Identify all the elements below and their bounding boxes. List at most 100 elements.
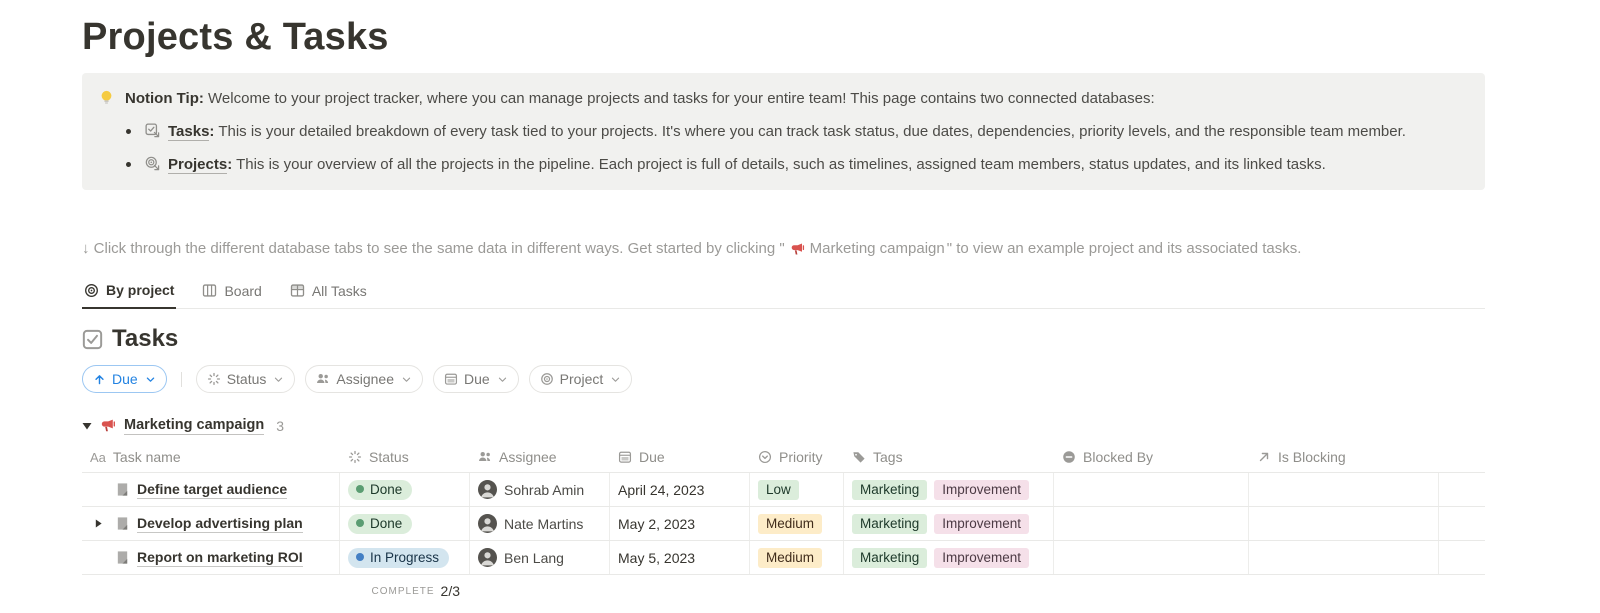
arrow-ne-icon: [1257, 450, 1271, 464]
tasks-db-link[interactable]: Tasks: [168, 123, 209, 141]
assignee-cell[interactable]: Sohrab Amin: [478, 480, 584, 499]
column-task-name[interactable]: AaTask name: [82, 449, 340, 465]
blocked-by-cell[interactable]: [1054, 473, 1249, 506]
table-icon: [290, 283, 305, 298]
hint-pre: ↓ Click through the different database t…: [82, 238, 785, 260]
column-priority[interactable]: Priority: [750, 449, 844, 465]
blocked-by-cell[interactable]: [1054, 507, 1249, 540]
projects-db-link[interactable]: Projects: [168, 156, 227, 174]
assignee-cell[interactable]: Ben Lang: [478, 548, 564, 567]
hint-campaign: Marketing campaign: [810, 238, 945, 260]
priority-circle-icon: [758, 450, 772, 464]
filter-chip-project[interactable]: Project: [529, 365, 633, 393]
is-blocking-cell[interactable]: [1249, 473, 1439, 506]
tag-badge[interactable]: Improvement: [934, 480, 1029, 500]
page-title: Projects & Tasks: [82, 16, 1485, 59]
due-date[interactable]: May 5, 2023: [618, 550, 695, 566]
tag-badge[interactable]: Marketing: [852, 514, 927, 534]
status-badge[interactable]: In Progress: [348, 548, 449, 568]
priority-badge[interactable]: Low: [758, 480, 799, 500]
tip-bullet-projects: Projects: This is your overview of all t…: [126, 154, 1469, 175]
table-header-row: AaTask name Status Assignee Due Priority…: [82, 442, 1485, 473]
tag-badge[interactable]: Improvement: [934, 514, 1029, 534]
text-type-icon: Aa: [90, 450, 106, 465]
group-name-link[interactable]: Marketing campaign: [124, 417, 264, 435]
tasks-database-icon: [145, 123, 160, 138]
tab-label: Board: [224, 283, 261, 299]
megaphone-icon: [100, 418, 116, 434]
chevron-down-icon: [145, 374, 156, 385]
sort-chip-due[interactable]: Due: [82, 365, 167, 393]
arrow-up-icon: [93, 373, 106, 386]
filter-chip-label: Project: [560, 371, 604, 387]
column-blocked-by[interactable]: Blocked By: [1054, 449, 1249, 465]
column-due[interactable]: Due: [610, 449, 750, 465]
status-dot: [356, 519, 364, 527]
people-icon: [316, 372, 330, 386]
table-row[interactable]: Report on marketing ROI In Progress Ben …: [82, 541, 1485, 575]
column-is-blocking[interactable]: Is Blocking: [1249, 449, 1439, 465]
table-calc-row: COMPLETE 2/3: [82, 575, 1485, 607]
extra-cell: [1439, 507, 1485, 540]
bullet-text: Tasks: This is your detailed breakdown o…: [168, 121, 1406, 142]
avatar: [478, 548, 497, 567]
database-heading: Tasks: [82, 325, 1485, 353]
avatar: [478, 480, 497, 499]
toolbar-divider: [181, 372, 182, 387]
tip-label: Notion Tip:: [125, 90, 204, 107]
board-icon: [202, 283, 217, 298]
tab-label: By project: [106, 282, 174, 298]
calc-caption: COMPLETE: [372, 586, 435, 597]
is-blocking-cell[interactable]: [1249, 541, 1439, 574]
tag-badge[interactable]: Marketing: [852, 548, 927, 568]
tag-badge[interactable]: Marketing: [852, 480, 927, 500]
filter-chip-assignee[interactable]: Assignee: [305, 365, 423, 393]
bullet-dot: [126, 162, 131, 167]
table-row[interactable]: Define target audience Done Sohrab Amin …: [82, 473, 1485, 507]
avatar: [478, 514, 497, 533]
view-tabs: By project Board All Tasks: [82, 276, 1485, 309]
task-name-link[interactable]: Develop advertising plan: [137, 515, 303, 533]
column-tags[interactable]: Tags: [844, 449, 1054, 465]
blocked-by-cell[interactable]: [1054, 541, 1249, 574]
target-icon: [540, 372, 554, 386]
hint-post: " to view an example project and its ass…: [947, 238, 1302, 260]
group-header: Marketing campaign 3: [82, 417, 1485, 435]
sort-chip-label: Due: [112, 371, 138, 387]
tab-board[interactable]: Board: [200, 276, 263, 308]
task-name-link[interactable]: Report on marketing ROI: [137, 549, 303, 567]
is-blocking-cell[interactable]: [1249, 507, 1439, 540]
blocked-icon: [1062, 450, 1076, 464]
tag-icon: [852, 450, 866, 464]
filter-chip-label: Status: [227, 371, 267, 387]
priority-badge[interactable]: Medium: [758, 548, 822, 568]
column-status[interactable]: Status: [340, 449, 470, 465]
target-icon: [84, 283, 99, 298]
assignee-cell[interactable]: Nate Martins: [478, 514, 583, 533]
tab-by-project[interactable]: By project: [82, 276, 176, 309]
filter-chip-due[interactable]: Due: [433, 365, 519, 393]
status-badge[interactable]: Done: [348, 514, 412, 534]
tab-all-tasks[interactable]: All Tasks: [288, 276, 369, 308]
chevron-down-icon: [497, 374, 508, 385]
tag-badge[interactable]: Improvement: [934, 548, 1029, 568]
page-icon: [115, 516, 130, 531]
extra-cell: [1439, 541, 1485, 574]
status-dot: [356, 553, 364, 561]
people-icon: [478, 450, 492, 464]
column-assignee[interactable]: Assignee: [470, 449, 610, 465]
tab-label: All Tasks: [312, 283, 367, 299]
tip-bullet-tasks: Tasks: This is your detailed breakdown o…: [126, 121, 1469, 142]
due-date[interactable]: May 2, 2023: [618, 516, 695, 532]
extra-cell: [1439, 473, 1485, 506]
group-collapse-toggle[interactable]: [82, 421, 92, 431]
task-name-link[interactable]: Define target audience: [137, 481, 287, 499]
chevron-down-icon: [610, 374, 621, 385]
table-row[interactable]: Develop advertising plan Done Nate Marti…: [82, 507, 1485, 541]
status-badge[interactable]: Done: [348, 480, 412, 500]
filter-chip-status[interactable]: Status: [196, 365, 296, 393]
priority-badge[interactable]: Medium: [758, 514, 822, 534]
row-expand-toggle[interactable]: [88, 519, 108, 528]
due-date[interactable]: April 24, 2023: [618, 482, 704, 498]
lightbulb-icon: [98, 89, 115, 106]
